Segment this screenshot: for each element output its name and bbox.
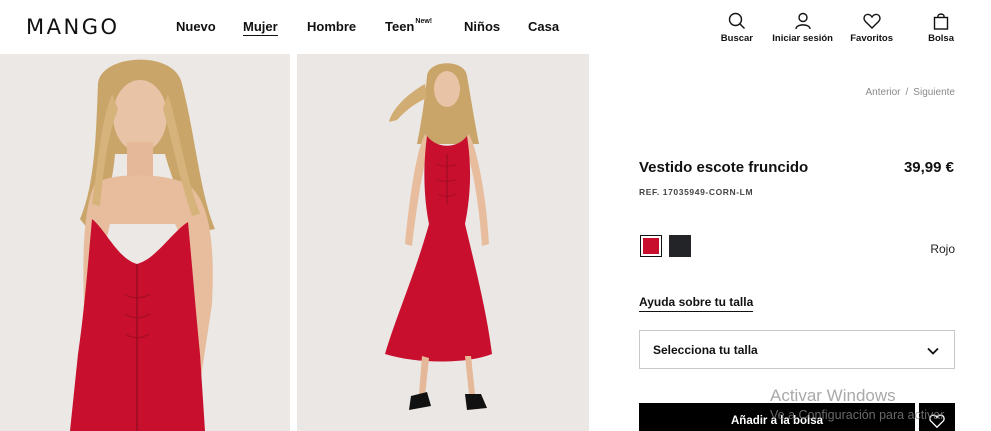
new-badge: New! [415, 17, 433, 25]
nav-item-casa[interactable]: Casa [528, 19, 559, 34]
chevron-down-icon [926, 344, 940, 358]
add-to-bag-label: Añadir a la bolsa [730, 415, 824, 427]
color-swatch-red[interactable] [640, 235, 662, 257]
pager-separator: / [905, 87, 909, 98]
bag-button[interactable]: Bolsa [928, 11, 954, 44]
product-info-panel: Anterior / Siguiente Vestido escote frunci… [589, 54, 991, 431]
color-swatch-black[interactable] [669, 235, 691, 257]
add-to-favorites-button[interactable] [919, 403, 955, 431]
prev-product-link[interactable]: Anterior [866, 87, 901, 98]
swatch-fill [643, 238, 659, 254]
site-header: MANGO Nuevo Mujer Hombre TeenNew! Niños … [0, 0, 991, 54]
model-fullbody-illustration [297, 54, 589, 431]
search-icon [727, 11, 747, 31]
size-select-placeholder: Selecciona tu talla [653, 343, 758, 357]
size-help-link[interactable]: Ayuda sobre tu talla [639, 295, 754, 312]
search-button[interactable]: Buscar [721, 11, 753, 44]
nav-item-mujer[interactable]: Mujer [243, 19, 278, 36]
nav-item-ninos[interactable]: Niños [464, 19, 500, 34]
nav-item-hombre[interactable]: Hombre [307, 19, 356, 34]
product-pager: Anterior / Siguiente [866, 87, 956, 98]
login-button[interactable]: Iniciar sesión [772, 11, 833, 44]
bag-icon [931, 11, 951, 31]
next-product-link[interactable]: Siguiente [913, 87, 955, 98]
selected-color-name: Rojo [930, 242, 955, 256]
size-select[interactable]: Selecciona tu talla [639, 330, 955, 369]
nav-item-teen[interactable]: TeenNew! [385, 17, 433, 34]
mango-logo[interactable]: MANGO [26, 15, 120, 39]
favorites-button[interactable]: Favoritos [850, 11, 893, 44]
heart-icon [862, 11, 882, 31]
product-reference: REF. 17035949-CORN-LM [639, 187, 754, 197]
heart-icon [929, 413, 945, 431]
nav-item-nuevo[interactable]: Nuevo [176, 19, 216, 34]
model-closeup-illustration [0, 54, 290, 431]
add-to-bag-button[interactable]: Añadir a la bolsa [639, 403, 915, 431]
product-price: 39,99 € [903, 159, 954, 176]
swatch-fill [669, 235, 691, 257]
product-image-fullbody[interactable] [297, 54, 589, 431]
user-icon [793, 11, 813, 31]
product-title: Vestido escote fruncido [639, 159, 809, 176]
product-image-closeup[interactable] [0, 54, 290, 431]
